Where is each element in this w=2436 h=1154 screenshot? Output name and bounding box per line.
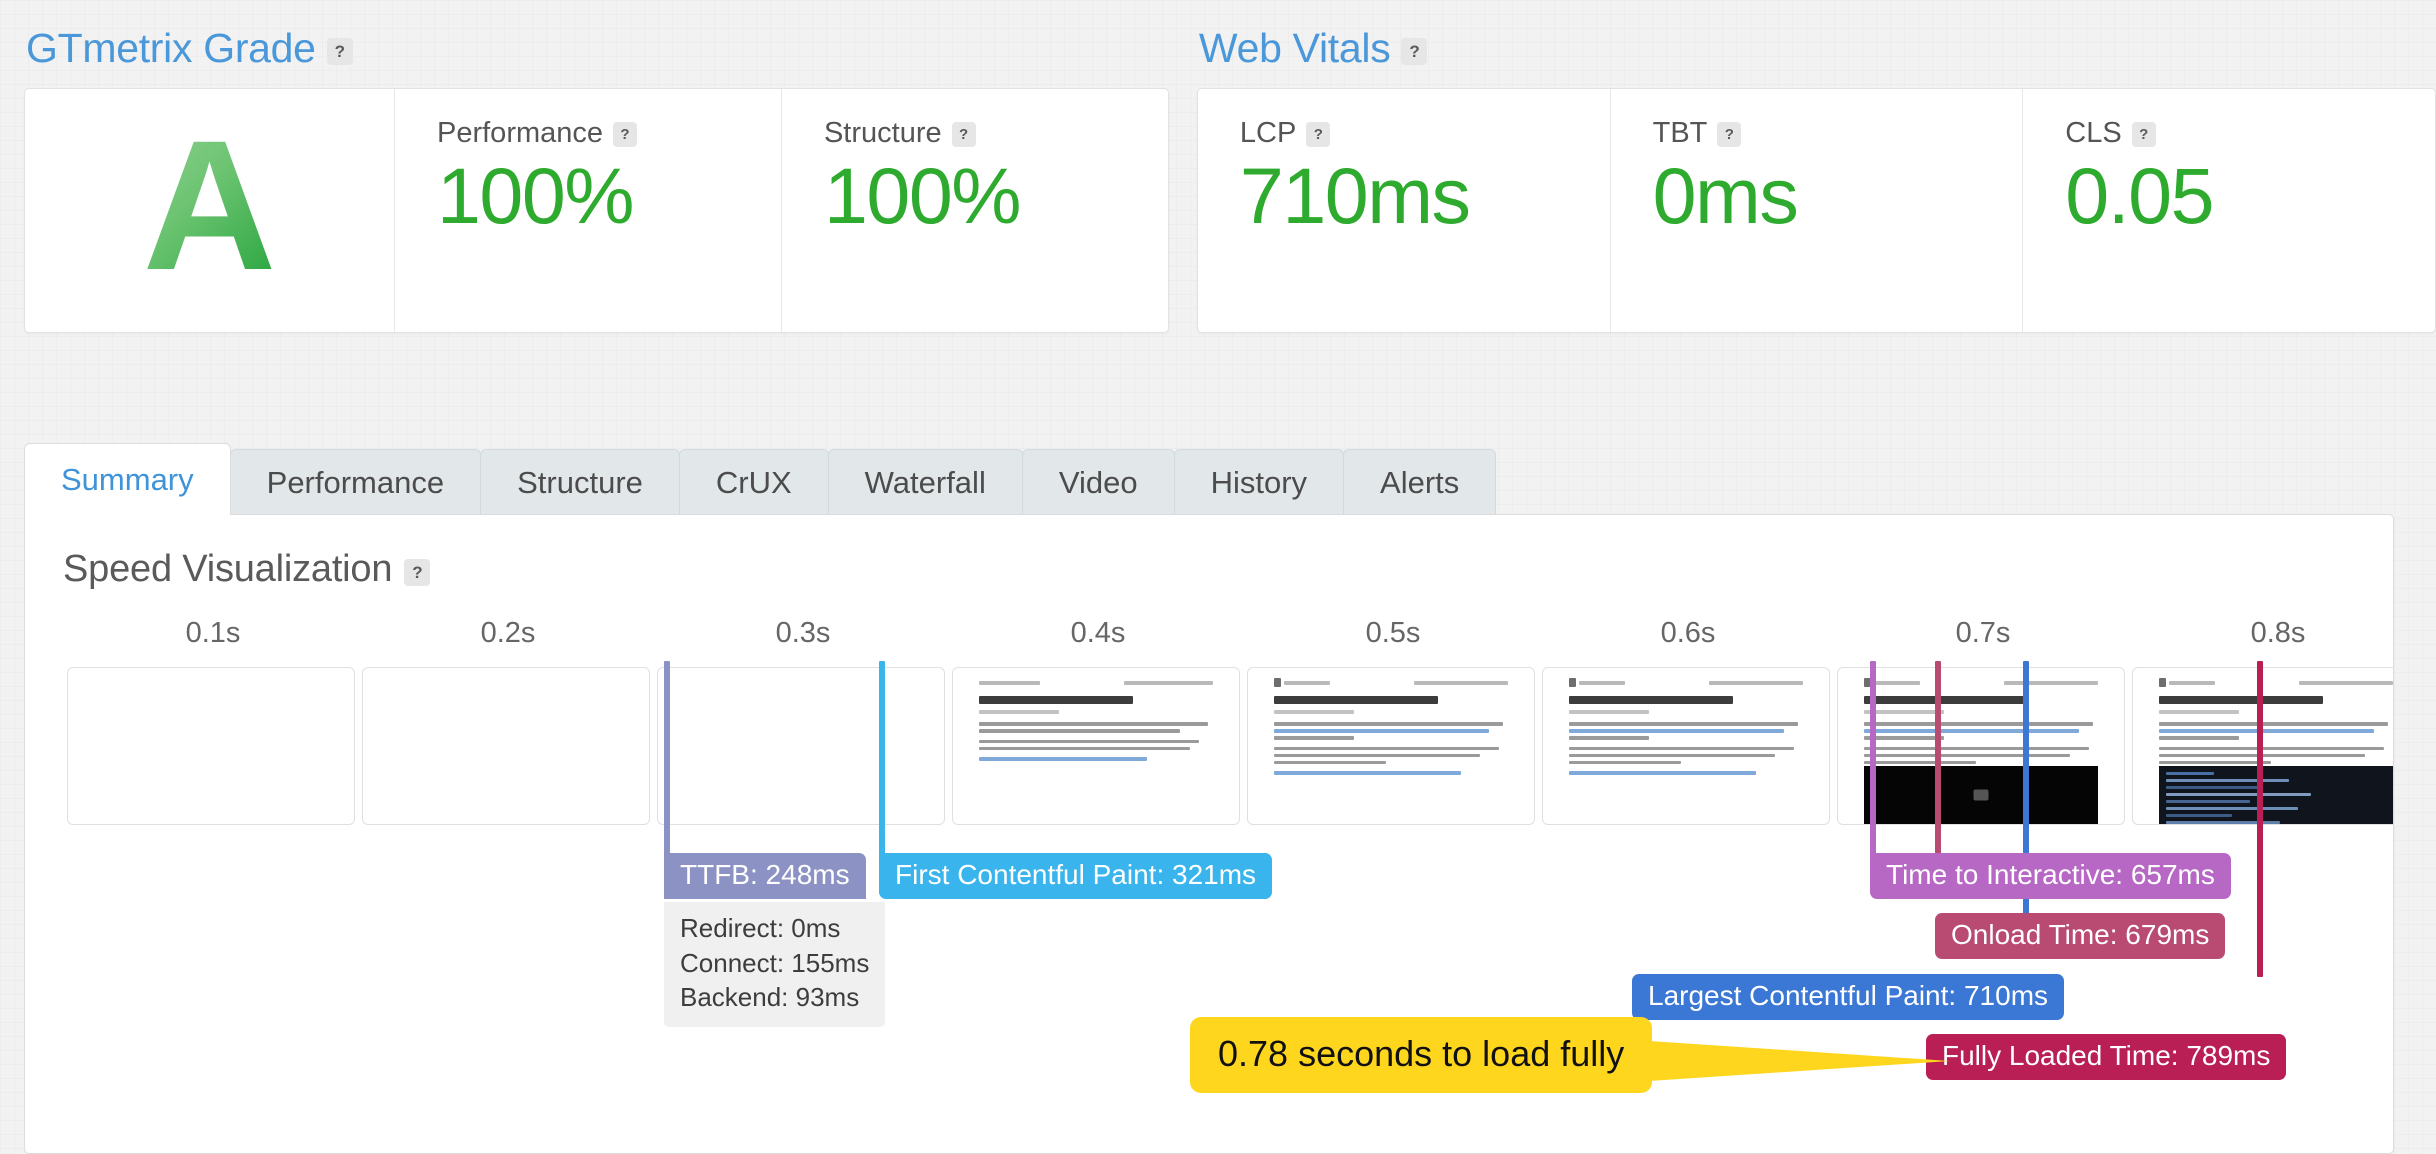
web-vitals-card: LCP ? 710ms TBT ? 0ms CLS ? 0.05 <box>1196 88 2436 333</box>
report-tabs-section: Summary Performance Structure CrUX Water… <box>24 443 2394 1154</box>
help-icon[interactable]: ? <box>1717 122 1742 147</box>
help-icon[interactable]: ? <box>613 122 638 147</box>
annotation-callout: 0.78 seconds to load fully <box>1190 1017 1653 1093</box>
metric-cls: CLS ? 0.05 <box>2023 89 2435 332</box>
help-icon[interactable]: ? <box>2131 122 2156 147</box>
tab-performance[interactable]: Performance <box>229 449 482 515</box>
metric-value: 0.05 <box>2065 151 2214 240</box>
help-icon[interactable]: ? <box>1306 122 1331 147</box>
tab-label: Summary <box>61 461 194 497</box>
metric-label-text: LCP <box>1239 117 1297 149</box>
tab-label: Structure <box>517 464 643 500</box>
grade-letter: A <box>142 103 277 309</box>
gtmetrix-grade-card: A Performance ? 100% Structure ? 100% <box>24 88 1169 333</box>
tab-summary[interactable]: Summary <box>24 443 231 515</box>
metric-value: 710ms <box>1239 151 1471 240</box>
gtmetrix-grade-panel: GTmetrix Grade ? A Performance ? 100% St… <box>24 0 1169 333</box>
ttfb-breakdown: Redirect: 0ms Connect: 155ms Backend: 93… <box>664 902 886 1027</box>
tab-crux[interactable]: CrUX <box>678 449 829 515</box>
page-title: Speed Visualization <box>63 548 393 590</box>
marker-label-onload[interactable]: Onload Time: 679ms <box>1935 913 2226 960</box>
marker-label-ttfb[interactable]: TTFB: 248ms <box>664 853 866 900</box>
help-icon[interactable]: ? <box>404 559 431 586</box>
metric-label: LCP ? <box>1240 117 1610 150</box>
tab-alerts[interactable]: Alerts <box>1343 449 1497 515</box>
tab-history[interactable]: History <box>1173 449 1345 515</box>
tab-strip: Summary Performance Structure CrUX Water… <box>24 443 2394 515</box>
tab-label: History <box>1210 464 1308 500</box>
metric-performance: Performance ? 100% <box>395 89 782 332</box>
metric-label-text: Performance <box>437 117 604 149</box>
scores-row: GTmetrix Grade ? A Performance ? 100% St… <box>0 0 2436 333</box>
marker-label-lcp[interactable]: Largest Contentful Paint: 710ms <box>1632 974 2065 1021</box>
marker-label-fcp[interactable]: First Contentful Paint: 321ms <box>879 853 1273 900</box>
web-vitals-title: Web Vitals <box>1198 25 1391 71</box>
gtmetrix-grade-title: GTmetrix Grade <box>26 25 316 71</box>
marker-label-fully[interactable]: Fully Loaded Time: 789ms <box>1926 1034 2287 1081</box>
web-vitals-heading: Web Vitals ? <box>1197 0 2436 88</box>
tab-label: Video <box>1058 464 1138 500</box>
metric-value: 100% <box>437 151 635 240</box>
metric-label-text: CLS <box>2065 117 2122 149</box>
tab-label: CrUX <box>715 464 792 500</box>
marker-label-tti[interactable]: Time to Interactive: 657ms <box>1870 853 2231 900</box>
metric-structure: Structure ? 100% <box>782 89 1168 332</box>
help-icon[interactable]: ? <box>951 122 976 147</box>
metric-label: Structure ? <box>824 117 1168 150</box>
metric-label-text: TBT <box>1652 117 1708 149</box>
summary-panel-body: Speed Visualization ? 0.1s 0.2s 0.3s 0.4… <box>24 514 2394 1154</box>
tab-structure[interactable]: Structure <box>480 449 680 515</box>
tab-waterfall[interactable]: Waterfall <box>827 449 1023 515</box>
help-icon[interactable]: ? <box>1401 38 1428 65</box>
speed-visualization-title-row: Speed Visualization ? <box>25 515 2393 591</box>
tab-video[interactable]: Video <box>1021 449 1175 515</box>
metric-value: 0ms <box>1652 151 1799 240</box>
metric-tbt: TBT ? 0ms <box>1611 89 2024 332</box>
metric-value: 100% <box>823 151 1022 240</box>
metric-label: TBT ? <box>1653 117 2023 150</box>
gtmetrix-grade-heading: GTmetrix Grade ? <box>24 0 1169 88</box>
ttfb-connect: Connect: 155ms <box>680 947 870 978</box>
help-icon[interactable]: ? <box>326 38 353 65</box>
metric-label-text: Structure <box>823 117 942 149</box>
tab-label: Waterfall <box>864 464 986 500</box>
ttfb-backend: Backend: 93ms <box>680 982 860 1013</box>
web-vitals-panel: Web Vitals ? LCP ? 710ms TBT ? 0ms CLS ?… <box>1196 0 2436 333</box>
grade-cell: A <box>25 89 395 332</box>
marker-labels: TTFB: 248ms Redirect: 0ms Connect: 155ms… <box>25 617 2393 1147</box>
tab-label: Performance <box>266 464 445 500</box>
speed-visualization-timeline: 0.1s 0.2s 0.3s 0.4s 0.5s 0.6s 0.7s 0.8s <box>25 617 2393 1147</box>
metric-lcp: LCP ? 710ms <box>1198 89 1611 332</box>
metric-label: Performance ? <box>437 117 781 150</box>
tab-label: Alerts <box>1380 464 1460 500</box>
ttfb-redirect: Redirect: 0ms <box>680 913 841 943</box>
metric-label: CLS ? <box>2065 117 2435 150</box>
